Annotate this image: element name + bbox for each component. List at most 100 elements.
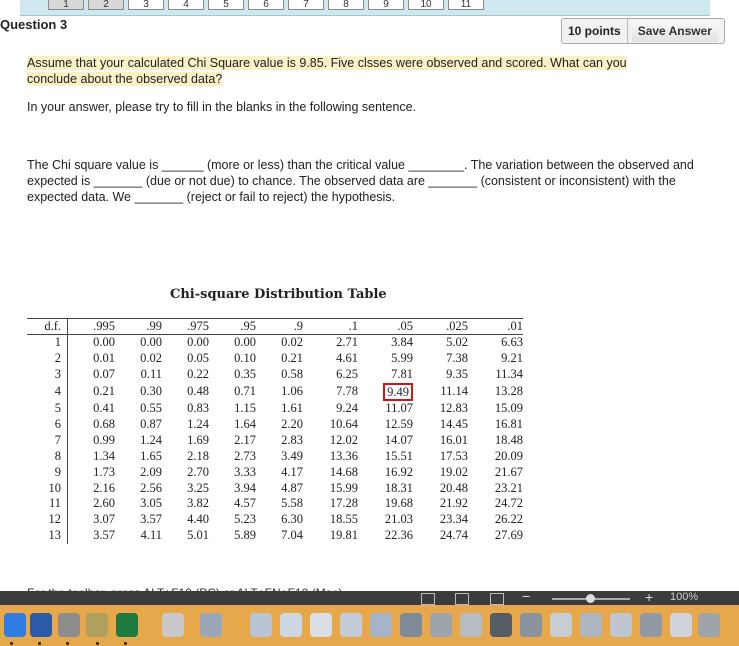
word-icon[interactable] xyxy=(30,613,52,637)
value-cell: 0.30 xyxy=(140,384,162,399)
value-cell: 0.55 xyxy=(140,401,162,416)
photo-thumb-4-icon[interactable] xyxy=(520,613,542,637)
value-cell: 0.41 xyxy=(93,401,115,416)
value-cell: 1.34 xyxy=(93,448,115,463)
value-cell: 3.57 xyxy=(140,512,162,527)
df-cell: 11 xyxy=(27,496,68,512)
value-cell: 19.81 xyxy=(329,528,358,543)
value-cell: 1.69 xyxy=(187,432,209,447)
value-cell: 2.71 xyxy=(336,335,358,350)
value-cell: 14.45 xyxy=(439,417,468,431)
value-cell: 6.30 xyxy=(281,512,303,527)
notes-icon[interactable] xyxy=(162,613,184,637)
doc-thumb-7-icon[interactable] xyxy=(400,613,422,637)
value-cell: 9.21 xyxy=(501,351,523,366)
excel-icon[interactable] xyxy=(116,613,138,637)
value-cell: 1.65 xyxy=(140,448,162,463)
value-cell: 4.11 xyxy=(140,528,162,543)
value-cell: 5.01 xyxy=(187,528,209,543)
page-view-icon[interactable] xyxy=(455,593,469,605)
doc-thumb-10-icon[interactable] xyxy=(640,613,662,637)
facetime-icon[interactable] xyxy=(4,613,26,637)
grid-view-icon[interactable] xyxy=(421,593,435,605)
value-cell: 4.87 xyxy=(281,480,303,495)
doc-thumb-9-icon[interactable] xyxy=(610,613,632,637)
web-view-icon[interactable] xyxy=(490,593,504,605)
header-cell: .025 xyxy=(413,318,468,335)
value-cell: 0.22 xyxy=(187,367,209,382)
header-cell: .95 xyxy=(209,318,256,335)
question-nav-button-4[interactable]: 4 xyxy=(168,0,204,10)
zoom-in-button[interactable]: + xyxy=(645,589,653,605)
trash-icon[interactable] xyxy=(698,613,720,637)
doc-thumb-4-icon[interactable] xyxy=(310,613,332,637)
value-cell: 0.00 xyxy=(93,335,115,350)
question-nav-button-7[interactable]: 7 xyxy=(288,0,324,10)
value-cell: 0.01 xyxy=(93,351,115,366)
value-cell: 12.02 xyxy=(329,432,358,447)
value-cell: 3.49 xyxy=(281,448,303,463)
value-cell: 1.06 xyxy=(281,384,303,399)
question-nav-button-3[interactable]: 3 xyxy=(128,0,164,10)
value-cell: 3.84 xyxy=(391,335,413,350)
question-nav-button-1[interactable]: 1 xyxy=(48,0,84,10)
zoom-slider-knob[interactable] xyxy=(586,594,595,603)
question-nav-button-10[interactable]: 10 xyxy=(408,0,444,10)
value-cell: 4.17 xyxy=(281,464,303,479)
table-row: 6 0.68 0.87 1.24 1.64 2.20 10.64 12.59 14.45 16.8… xyxy=(27,416,523,433)
value-cell: 24.72 xyxy=(494,496,523,511)
value-cell: 20.09 xyxy=(494,448,523,463)
system-prefs-icon[interactable] xyxy=(58,613,80,637)
value-cell: 24.74 xyxy=(439,528,468,543)
value-cell: 2.70 xyxy=(187,464,209,479)
doc-thumb-11-icon[interactable] xyxy=(670,613,692,637)
question-nav-button-11[interactable]: 11 xyxy=(448,0,484,10)
value-cell: 0.00 xyxy=(140,335,162,350)
value-cell: 3.25 xyxy=(187,480,209,495)
value-cell: 23.34 xyxy=(439,512,468,527)
value-cell: 21.03 xyxy=(384,512,413,527)
value-cell: 1.64 xyxy=(234,417,256,431)
photo-thumb-5-icon[interactable] xyxy=(550,613,572,637)
value-cell: 1.61 xyxy=(281,401,303,416)
header-cell: d.f. xyxy=(27,318,68,335)
df-cell: 6 xyxy=(27,416,68,433)
value-cell: 2.60 xyxy=(93,496,115,511)
header-cell: .01 xyxy=(468,318,523,335)
photo-thumb-1-icon[interactable] xyxy=(430,613,452,637)
value-cell: 14.07 xyxy=(384,432,413,447)
doc-thumb-6-icon[interactable] xyxy=(370,613,392,637)
photo-thumb-3-icon[interactable] xyxy=(490,613,512,637)
df-cell: 5 xyxy=(27,400,68,417)
running-indicator xyxy=(38,642,41,645)
value-cell: 7.78 xyxy=(336,384,358,399)
value-cell: 9.35 xyxy=(446,367,468,382)
doc-thumb-1-icon[interactable] xyxy=(200,613,222,637)
value-cell: 3.57 xyxy=(93,528,115,543)
question-nav-button-2[interactable]: 2 xyxy=(88,0,124,10)
zoom-out-button[interactable]: − xyxy=(522,588,530,604)
doc-thumb-5-icon[interactable] xyxy=(340,613,362,637)
df-cell: 8 xyxy=(27,448,68,465)
question-nav-button-6[interactable]: 6 xyxy=(248,0,284,10)
doc-thumb-8-icon[interactable] xyxy=(580,613,602,637)
doc-thumb-2-icon[interactable] xyxy=(250,613,272,637)
table-row: 2 0.01 0.02 0.05 0.10 0.21 4.61 5.99 7.38 9.21 xyxy=(27,350,523,367)
value-cell: 0.10 xyxy=(234,351,256,366)
question-nav-button-9[interactable]: 9 xyxy=(368,0,404,10)
df-cell: 10 xyxy=(27,480,68,497)
value-cell: 1.24 xyxy=(187,417,209,431)
value-cell: 6.63 xyxy=(501,335,523,350)
save-answer-button[interactable]: Save Answer xyxy=(631,20,718,42)
question-nav-button-8[interactable]: 8 xyxy=(328,0,364,10)
doc-thumb-3-icon[interactable] xyxy=(280,613,302,637)
value-cell: 2.09 xyxy=(140,464,162,479)
keychain-icon[interactable] xyxy=(86,613,108,637)
df-cell: 13 xyxy=(27,527,68,544)
value-cell: 27.69 xyxy=(494,528,523,543)
photo-thumb-2-icon[interactable] xyxy=(460,613,482,637)
value-cell: 23.21 xyxy=(494,480,523,495)
question-nav-button-5[interactable]: 5 xyxy=(208,0,244,10)
value-cell: 0.71 xyxy=(234,384,256,399)
running-indicator xyxy=(10,642,13,645)
